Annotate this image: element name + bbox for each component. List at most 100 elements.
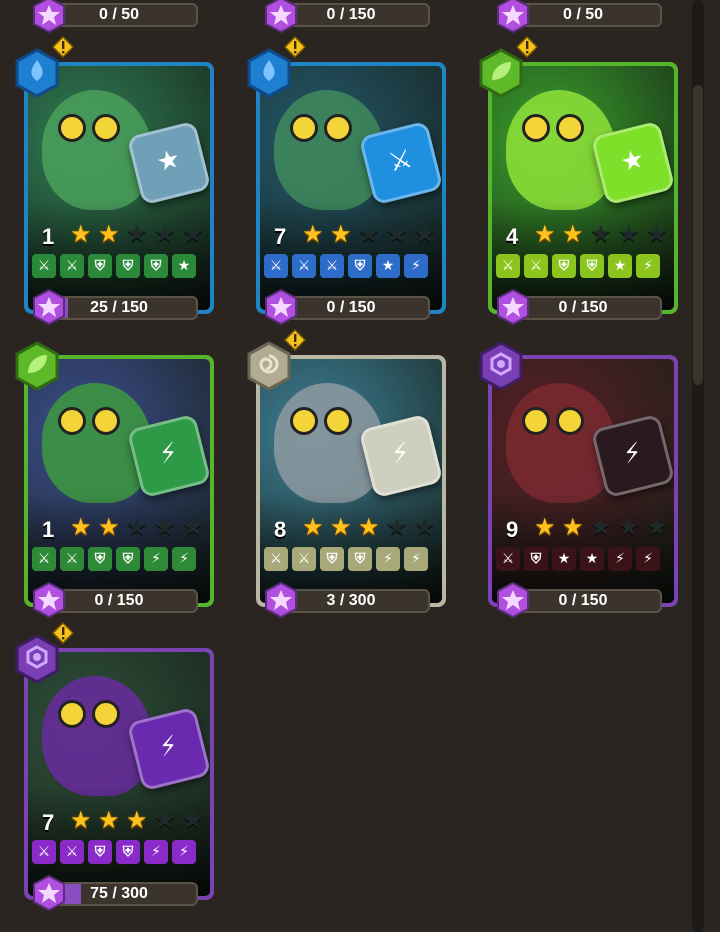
monster-card[interactable]: ⚔ 7 ★ ★ ★ ★ ★ ⚔ ⚔ ⚔ ⛨ ★ ⚡ 0 / 150 — [247, 35, 446, 326]
star-icon: ★ — [154, 220, 176, 248]
star-icon: ★ — [302, 513, 324, 541]
star-icon: ★ — [182, 806, 204, 834]
bolt-icon: ⚡ — [144, 840, 168, 864]
star-icon: ★ — [552, 547, 576, 571]
star-icon: ★ — [330, 220, 352, 248]
shield-icon: ⛨ — [348, 254, 372, 278]
gem-icon — [262, 0, 300, 34]
card-level: 1 — [42, 224, 55, 249]
star-icon: ★ — [618, 513, 640, 541]
alert-icon — [283, 35, 307, 59]
alert-icon — [515, 35, 539, 59]
monster-card[interactable]: ★ 4 ★ ★ ★ ★ ★ ⚔ ⚔ ⛨ ⛨ ★ ⚡ 0 / 150 — [479, 35, 678, 326]
star-rating: ★ ★ ★ ★ ★ — [302, 222, 438, 246]
bolt-icon: ⚡ — [404, 254, 428, 278]
bolt-icon: ⚡ — [636, 254, 660, 278]
star-rating: ★ ★ ★ ★ ★ — [70, 808, 206, 832]
star-rating: ★ ★ ★ ★ ★ — [534, 222, 670, 246]
shield-icon: ⛨ — [320, 547, 344, 571]
ability-icons: ⚔ ⚔ ⛨ ⛨ ⚡ ⚡ — [264, 547, 428, 571]
star-icon: ★ — [302, 220, 324, 248]
ability-icons: ⚔ ⛨ ★ ★ ⚡ ⚡ — [496, 547, 660, 571]
monster-card[interactable]: ★ 1 ★ ★ ★ ★ ★ ⚔ ⚔ ⛨ ⛨ ⛨ ★ 25 / 150 — [15, 35, 214, 326]
star-icon: ★ — [608, 254, 632, 278]
star-icon: ★ — [98, 220, 120, 248]
monster-eye — [324, 114, 352, 142]
star-icon: ★ — [70, 806, 92, 834]
bolt-icon: ⚡ — [376, 547, 400, 571]
monster-eye — [522, 114, 550, 142]
ability-icons: ⚔ ⚔ ⛨ ⛨ ⛨ ★ — [32, 254, 196, 278]
card-level: 4 — [506, 224, 519, 249]
shield-icon: ⛨ — [144, 254, 168, 278]
dice-face-glyph: ★ — [617, 143, 648, 179]
dice-face-glyph: ⚡ — [156, 730, 181, 764]
sword-icon: ⚔ — [264, 547, 288, 571]
monster-eye — [522, 407, 550, 435]
star-icon: ★ — [182, 220, 204, 248]
alert-icon — [51, 35, 75, 59]
dice-face-glyph: ⚡ — [620, 437, 645, 471]
scrollbar-thumb[interactable] — [693, 85, 703, 385]
sword-icon: ⚔ — [496, 547, 520, 571]
star-icon: ★ — [358, 513, 380, 541]
star-icon: ★ — [70, 220, 92, 248]
monster-eye — [58, 407, 86, 435]
monster-card[interactable]: ⚡ 7 ★ ★ ★ ★ ★ ⚔ ⚔ ⛨ ⛨ ⚡ ⚡ 75 / 300 — [15, 621, 214, 912]
monster-eye — [58, 700, 86, 728]
sword-icon: ⚔ — [496, 254, 520, 278]
gem-icon — [30, 874, 68, 912]
star-icon: ★ — [358, 220, 380, 248]
star-icon: ★ — [98, 513, 120, 541]
star-icon: ★ — [646, 513, 668, 541]
ability-icons: ⚔ ⚔ ⚔ ⛨ ★ ⚡ — [264, 254, 428, 278]
gem-icon — [494, 581, 532, 619]
star-icon: ★ — [534, 513, 556, 541]
star-icon: ★ — [646, 220, 668, 248]
card-level: 1 — [42, 517, 55, 542]
dice-face-glyph: ⚡ — [156, 437, 181, 471]
star-icon: ★ — [70, 513, 92, 541]
star-rating: ★ ★ ★ ★ ★ — [302, 515, 438, 539]
shield-icon: ⛨ — [88, 840, 112, 864]
card-level: 8 — [274, 517, 287, 542]
sword-icon: ⚔ — [32, 254, 56, 278]
monster-eye — [290, 407, 318, 435]
monster-card[interactable]: ⚡ 9 ★ ★ ★ ★ ★ ⚔ ⛨ ★ ★ ⚡ ⚡ 0 / 150 — [479, 341, 678, 619]
gem-icon — [262, 288, 300, 326]
bolt-icon: ⚡ — [636, 547, 660, 571]
card-level: 9 — [506, 517, 519, 542]
shield-icon: ⛨ — [580, 254, 604, 278]
monster-eye — [92, 407, 120, 435]
star-icon: ★ — [580, 547, 604, 571]
monster-card[interactable]: ⚡ 1 ★ ★ ★ ★ ★ ⚔ ⚔ ⛨ ⛨ ⚡ ⚡ 0 / 150 — [15, 341, 214, 619]
gem-icon — [30, 288, 68, 326]
sword-icon: ⚔ — [264, 254, 288, 278]
sword-icon: ⚔ — [32, 840, 56, 864]
star-icon: ★ — [562, 513, 584, 541]
star-icon: ★ — [126, 513, 148, 541]
shield-icon: ⛨ — [552, 254, 576, 278]
gem-icon — [494, 0, 532, 34]
sword-icon: ⚔ — [60, 254, 84, 278]
gem-icon — [262, 581, 300, 619]
dark-eye-icon — [478, 341, 524, 391]
shield-icon: ⛨ — [88, 547, 112, 571]
star-icon: ★ — [376, 254, 400, 278]
star-icon: ★ — [330, 513, 352, 541]
star-rating: ★ ★ ★ ★ ★ — [534, 515, 670, 539]
dice-face-glyph: ⚡ — [388, 437, 413, 471]
shield-icon: ⛨ — [116, 840, 140, 864]
sword-icon: ⚔ — [320, 254, 344, 278]
star-icon: ★ — [172, 254, 196, 278]
gem-icon — [30, 0, 68, 34]
shield-icon: ⛨ — [524, 547, 548, 571]
star-icon: ★ — [126, 220, 148, 248]
dice-face-glyph: ★ — [153, 143, 184, 179]
monster-eye — [290, 114, 318, 142]
monster-eye — [556, 407, 584, 435]
monster-card[interactable]: ⚡ 8 ★ ★ ★ ★ ★ ⚔ ⚔ ⛨ ⛨ ⚡ ⚡ 3 / 300 — [247, 328, 446, 619]
star-rating: ★ ★ ★ ★ ★ — [70, 222, 206, 246]
monster-eye — [58, 114, 86, 142]
alert-icon — [51, 621, 75, 645]
